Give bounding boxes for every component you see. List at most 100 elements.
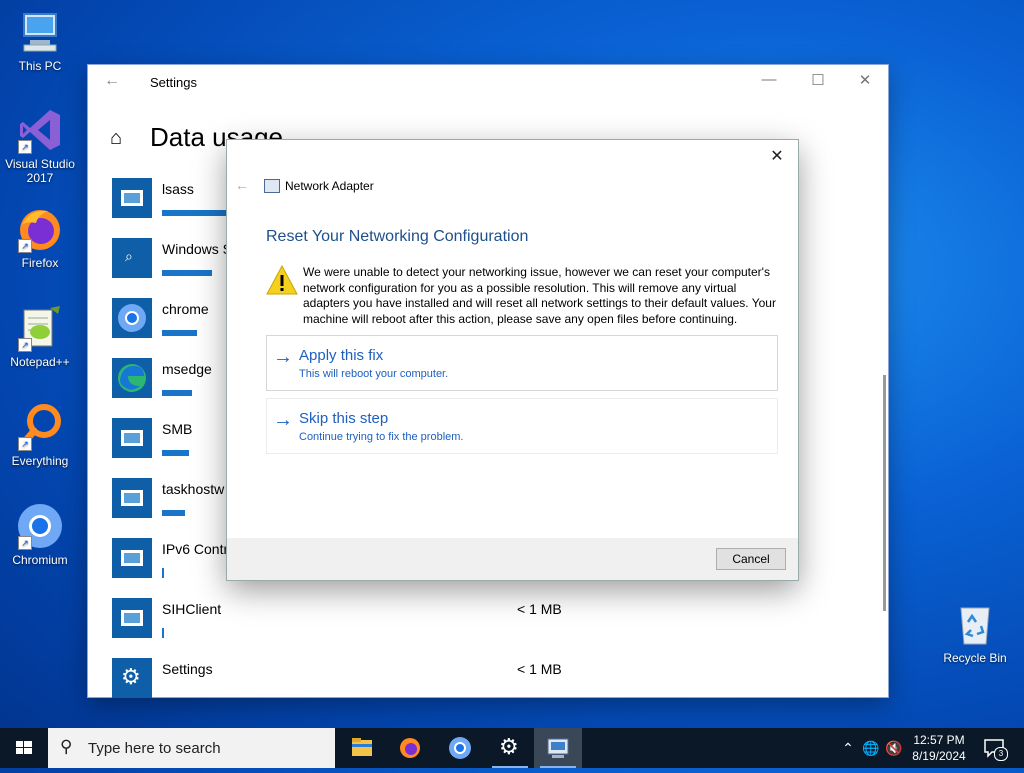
taskbar-file-explorer[interactable] [338, 728, 386, 768]
app-name: IPv6 Contr [162, 541, 229, 557]
usage-bar [162, 510, 185, 516]
taskbar-clock[interactable]: 12:57 PM 8/19/2024 [900, 732, 978, 764]
app-size: < 1 MB [517, 661, 562, 677]
app-name: taskhostw [162, 481, 225, 497]
usage-bar [162, 628, 164, 638]
desktop-icon-label: Notepad++ [10, 355, 70, 369]
network-adapter-icon [264, 179, 280, 193]
this-pc-icon [16, 8, 64, 56]
maximize-icon[interactable]: ☐ [795, 71, 841, 93]
taskbar-firefox[interactable] [386, 728, 434, 768]
app-generic-icon [112, 538, 152, 578]
app-generic-icon [112, 598, 152, 638]
gear-icon: ⚙ [499, 734, 519, 759]
settings-titlebar: ← Settings — ☐ ✕ [88, 65, 888, 99]
app-name: Windows S [162, 241, 233, 257]
edge-icon [112, 358, 152, 398]
search-app-icon: ⌕ [112, 238, 152, 278]
network-adapter-dialog: ✕ ← Network Adapter Reset Your Networkin… [227, 140, 798, 580]
desktop-icon-label: Visual Studio 2017 [5, 157, 75, 185]
skip-step-option[interactable]: → Skip this step Continue trying to fix … [266, 398, 778, 454]
desktop-icon-label: Chromium [12, 553, 68, 567]
dialog-close-icon[interactable]: ✕ [764, 146, 790, 168]
app-name: Settings [162, 661, 213, 677]
network-adapter-icon [547, 738, 569, 758]
clock-time: 12:57 PM [913, 733, 965, 747]
taskbar-settings[interactable]: ⚙ [486, 728, 534, 768]
dialog-message: We were unable to detect your networking… [303, 265, 776, 326]
everything-icon: ↗ [16, 403, 64, 451]
desktop-icon-label: This PC [18, 59, 62, 73]
back-arrow-icon[interactable]: ← [104, 72, 120, 90]
desktop-icon-this-pc[interactable]: This PC [0, 8, 80, 73]
app-generic-icon [112, 478, 152, 518]
desktop-icon-chromium[interactable]: ↗ Chromium [0, 502, 80, 567]
network-globe-icon[interactable]: 🌐 [860, 728, 882, 768]
app-size: < 1 MB [517, 601, 562, 617]
start-button[interactable] [0, 728, 48, 768]
app-name: lsass [162, 181, 194, 197]
notepadpp-icon: ↗ [16, 304, 64, 352]
notification-center-icon[interactable]: 3 [982, 736, 1008, 761]
dialog-heading: Reset Your Networking Configuration [266, 228, 529, 245]
dialog-app-title: Network Adapter [285, 179, 374, 193]
option-subtitle: Continue trying to fix the problem. [299, 431, 464, 443]
recycle-bin-icon [951, 600, 999, 648]
app-name: chrome [162, 301, 209, 317]
windows-logo-icon [16, 741, 32, 754]
desktop-icon-visual-studio[interactable]: ↗ Visual Studio 2017 [0, 106, 80, 185]
clock-date: 8/19/2024 [912, 749, 966, 763]
cancel-button[interactable]: Cancel [716, 548, 786, 570]
desktop-icon-label: Firefox [21, 256, 59, 270]
desktop-icon-label: Everything [11, 454, 69, 468]
recycle-bin-label: Recycle Bin [943, 651, 1007, 665]
taskbar-search-box[interactable]: ⚲ Type here to search [48, 728, 335, 768]
app-row[interactable]: ⚙ Settings < 1 MB [112, 658, 612, 718]
app-generic-icon [112, 178, 152, 218]
app-name: SMB [162, 421, 193, 437]
right-arrow-icon: → [273, 409, 293, 431]
app-row[interactable]: SIHClient < 1 MB [112, 598, 612, 658]
usage-bar [162, 568, 164, 578]
desktop-icon-recycle-bin[interactable]: Recycle Bin [935, 600, 1015, 665]
shortcut-arrow-icon: ↗ [18, 239, 32, 253]
option-subtitle: This will reboot your computer. [299, 368, 449, 380]
firefox-icon: ↗ [16, 205, 64, 253]
option-title: Skip this step [299, 410, 389, 427]
visual-studio-icon: ↗ [16, 106, 64, 154]
firefox-icon [400, 738, 420, 758]
window-title: Settings [150, 75, 197, 90]
option-title: Apply this fix [299, 347, 384, 364]
folder-icon [352, 738, 372, 756]
app-name: msedge [162, 361, 212, 377]
chevron-up-icon[interactable]: ⌃ [838, 728, 858, 768]
shortcut-arrow-icon: ↗ [18, 140, 32, 154]
taskbar-network-troubleshooter[interactable] [534, 728, 582, 768]
desktop-icon-notepadpp[interactable]: ↗ Notepad++ [0, 304, 80, 369]
search-icon: ⚲ [60, 737, 73, 756]
warning-icon [266, 264, 298, 295]
right-arrow-icon: → [273, 346, 293, 368]
notification-badge: 3 [994, 747, 1008, 761]
usage-bar [162, 330, 197, 336]
app-generic-icon [112, 418, 152, 458]
dialog-back-arrow-icon[interactable]: ← [235, 177, 249, 193]
scrollbar[interactable] [883, 375, 886, 611]
shortcut-arrow-icon: ↗ [18, 536, 32, 550]
chromium-icon: ↗ [16, 502, 64, 550]
shortcut-arrow-icon: ↗ [18, 338, 32, 352]
minimize-icon[interactable]: — [746, 71, 792, 93]
dialog-footer: Cancel [227, 538, 798, 580]
home-icon[interactable]: ⌂ [110, 127, 132, 150]
desktop-icon-firefox[interactable]: ↗ Firefox [0, 205, 80, 270]
taskbar-chromium[interactable] [436, 728, 484, 768]
shortcut-arrow-icon: ↗ [18, 437, 32, 451]
taskbar: ⚲ Type here to search ⚙ ⌃ 🌐 🔇 12:57 PM 8… [0, 728, 1024, 768]
chrome-icon [112, 298, 152, 338]
apply-fix-option[interactable]: → Apply this fix This will reboot your c… [266, 335, 778, 391]
usage-bar [162, 450, 189, 456]
close-icon[interactable]: ✕ [842, 71, 888, 93]
app-name: SIHClient [162, 601, 222, 617]
usage-bar [162, 390, 192, 396]
desktop-icon-everything[interactable]: ↗ Everything [0, 403, 80, 468]
